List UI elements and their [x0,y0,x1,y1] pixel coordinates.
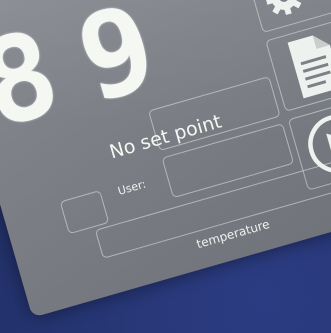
document-icon [287,35,331,99]
device-photo: 8 9 °C No set point User: temperature [0,0,331,333]
touch-screen: 8 9 °C No set point User: temperature [0,0,331,318]
